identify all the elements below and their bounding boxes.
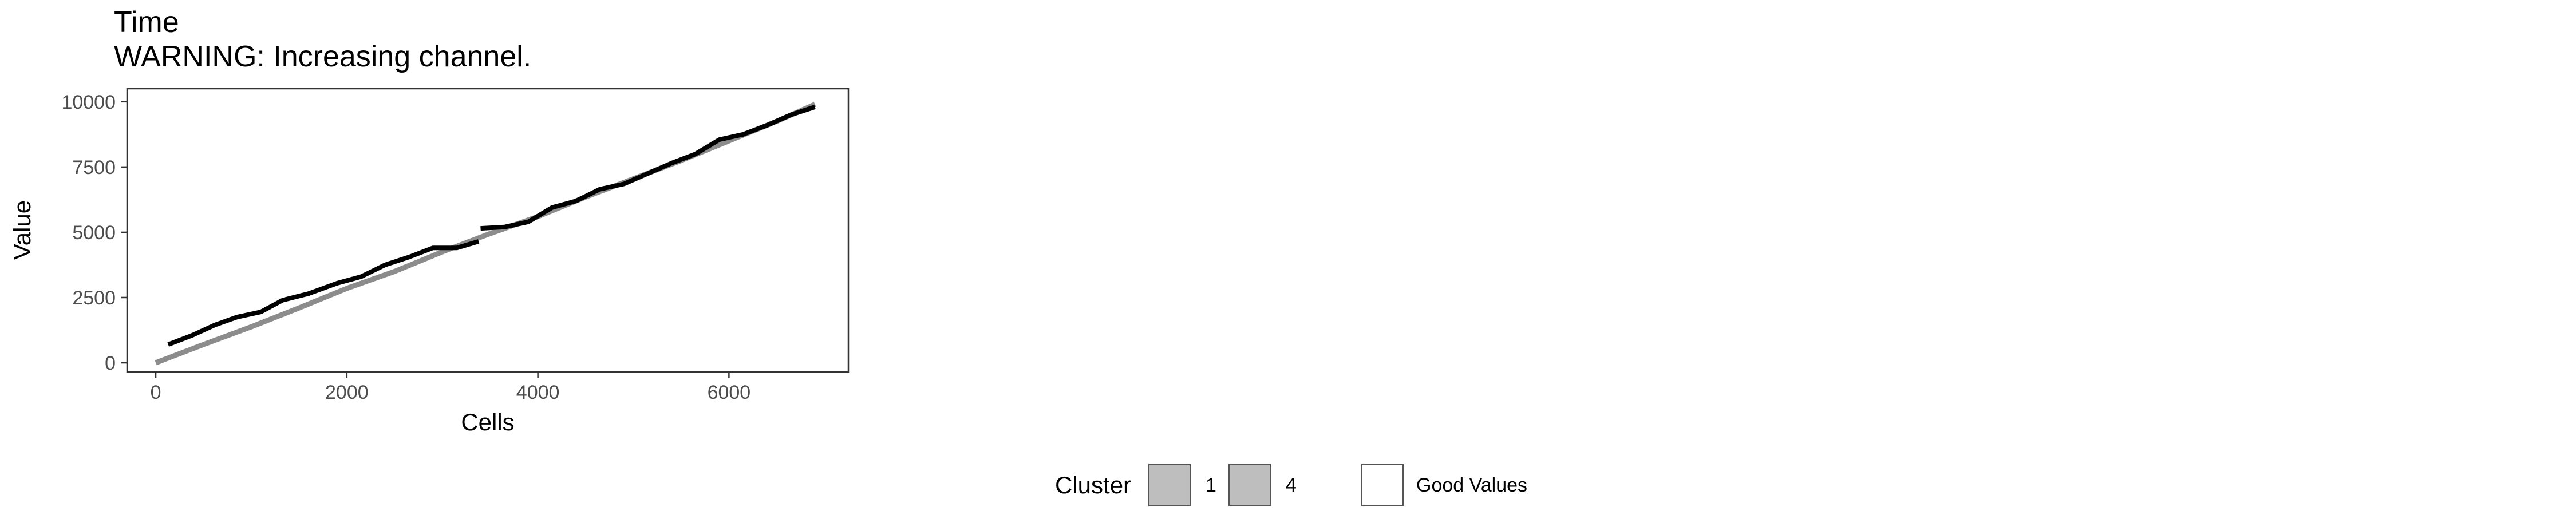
chart-title: Time [114, 6, 179, 39]
y-tick-label: 10000 [61, 92, 116, 113]
y-axis: 0 2500 5000 7500 10000 [61, 92, 127, 374]
y-tick-label: 2500 [72, 287, 116, 309]
legend-label-cluster-4: 4 [1286, 474, 1297, 496]
y-tick-label: 5000 [72, 222, 116, 244]
x-tick-label: 6000 [708, 382, 751, 403]
y-axis-label: Value [9, 200, 35, 260]
x-tick-label: 4000 [516, 382, 560, 403]
y-tick-label: 7500 [72, 157, 116, 179]
legend-title: Cluster [1055, 472, 1131, 498]
legend: Cluster 1 4 Good Values [1055, 464, 1527, 506]
legend-key-good-values [1361, 464, 1404, 506]
plot-area: 0 2000 4000 6000 0 2500 5000 7500 10000 [61, 88, 850, 403]
legend-label-good-values: Good Values [1416, 474, 1527, 496]
legend-key-cluster-4 [1228, 464, 1271, 506]
x-tick-label: 0 [151, 382, 161, 403]
plot-panel [126, 88, 850, 373]
x-axis: 0 2000 4000 6000 [151, 372, 751, 403]
chart-subtitle: WARNING: Increasing channel. [114, 40, 531, 73]
x-tick-label: 2000 [325, 382, 369, 403]
chart-canvas: Time WARNING: Increasing channel. 0 2000 4… [9, 6, 1527, 506]
legend-key-cluster-1 [1148, 464, 1191, 506]
legend-label-cluster-1: 1 [1206, 474, 1216, 496]
y-tick-label: 0 [105, 352, 116, 374]
x-axis-label: Cells [461, 409, 514, 435]
